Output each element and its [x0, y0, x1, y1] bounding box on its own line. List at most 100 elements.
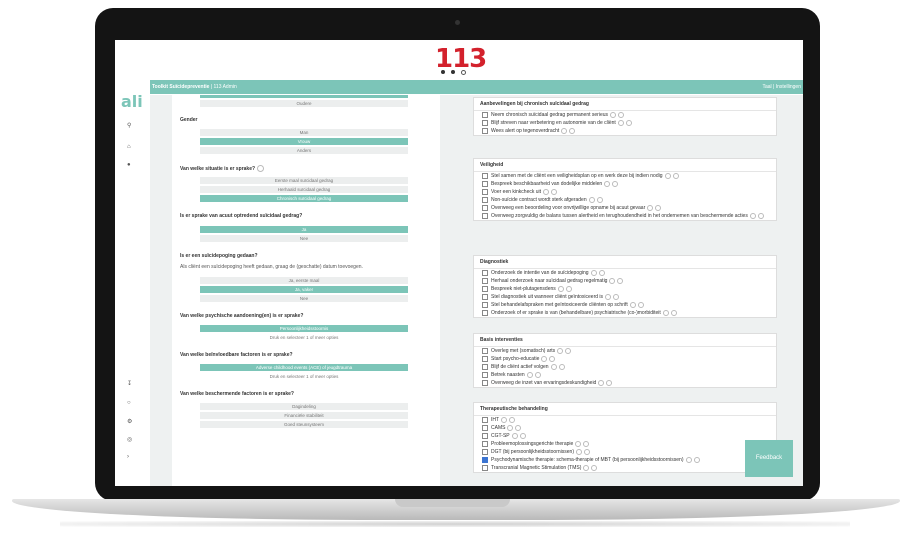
help-icon[interactable] — [672, 172, 679, 179]
help-icon[interactable] — [591, 464, 598, 471]
info-icon[interactable] — [575, 440, 582, 447]
checkbox[interactable] — [482, 456, 488, 463]
checklist-item[interactable]: Blijf de cliënt actief volgen — [474, 363, 776, 371]
checkbox[interactable] — [482, 111, 488, 118]
info-icon[interactable] — [557, 347, 564, 354]
checkbox[interactable] — [482, 285, 488, 292]
chevron-right-icon[interactable]: › — [127, 454, 129, 460]
help-icon[interactable] — [625, 119, 632, 126]
info-icon[interactable] — [598, 379, 605, 386]
help-icon[interactable] — [612, 180, 619, 187]
checklist-item[interactable]: Psychodynamische therapie: schema-therap… — [474, 456, 776, 464]
checklist-item[interactable]: Non-suïcide contract wordt sterk afgerad… — [474, 196, 776, 204]
option-age[interactable]: Oudere — [200, 100, 408, 107]
option-protective-1[interactable]: Dagindeling — [200, 403, 408, 410]
checklist-item[interactable]: Start psycho-educatie — [474, 355, 776, 363]
carousel-dot[interactable] — [451, 70, 455, 74]
checkbox[interactable] — [482, 355, 488, 362]
info-icon[interactable] — [609, 277, 616, 284]
risk-multiselect-hint[interactable]: Druk en selecteer 1 of meer opties — [200, 373, 408, 380]
option-attempt-none[interactable]: Nee — [200, 295, 408, 302]
checkbox[interactable] — [482, 293, 488, 300]
checklist-item[interactable]: DGT (bij persoonlijkheidsstoornissen) — [474, 448, 776, 456]
checklist-item[interactable]: Stel diagnostiek uit wanneer cliënt geïn… — [474, 293, 776, 301]
help-icon[interactable] — [617, 277, 624, 284]
info-icon[interactable] — [604, 180, 611, 187]
checklist-item[interactable]: Overweeg de inzet van ervaringsdeskundig… — [474, 379, 776, 387]
help-icon[interactable] — [565, 347, 572, 354]
info-icon[interactable] — [561, 127, 568, 134]
info-icon[interactable] — [647, 204, 654, 211]
info-icon[interactable] — [550, 363, 557, 370]
top-bar-right-links[interactable]: Taal | Instellingen — [762, 84, 801, 90]
checklist-item[interactable]: Wees alert op tegenoverdracht — [474, 127, 776, 135]
checklist-item[interactable]: Onderzoek de intentie van de suïcidepogi… — [474, 269, 776, 277]
option-acute-ja[interactable]: Ja — [200, 226, 408, 233]
checklist-item[interactable]: Stel behandelafspraken met geïntoxiceerd… — [474, 301, 776, 309]
checklist-item[interactable]: Transcranial Magnetic Stimulation (TMS) — [474, 464, 776, 472]
help-icon[interactable] — [637, 301, 644, 308]
help-icon[interactable] — [565, 285, 572, 292]
option-situation-repeat[interactable]: Herhaald suïcidaal gedrag — [200, 186, 408, 193]
option-psych-selected[interactable]: Persoonlijkheidsstoornis — [200, 325, 408, 332]
help-icon[interactable] — [519, 432, 526, 439]
carousel-dot[interactable] — [441, 70, 445, 74]
checkbox[interactable] — [482, 204, 488, 211]
checkbox[interactable] — [482, 127, 488, 134]
info-icon[interactable] — [588, 196, 595, 203]
checklist-item[interactable]: Probleemoplossingsgerichte therapie — [474, 440, 776, 448]
info-icon[interactable] — [541, 355, 548, 362]
checkbox[interactable] — [482, 277, 488, 284]
option-protective-3[interactable]: Goed steunsysteem — [200, 421, 408, 428]
help-icon[interactable] — [257, 165, 265, 172]
checkbox[interactable] — [482, 363, 488, 370]
checklist-item[interactable]: Betrek naasten — [474, 371, 776, 379]
info-icon[interactable] — [662, 309, 669, 316]
help-icon[interactable] — [558, 363, 565, 370]
help-icon[interactable] — [613, 293, 620, 300]
checkbox[interactable] — [482, 424, 488, 431]
psych-multiselect-hint[interactable]: Druk en selecteer 1 of meer opties — [200, 334, 408, 341]
checklist-item[interactable]: Overweeg een beoordeling voor onvrijwill… — [474, 204, 776, 212]
info-icon[interactable] — [583, 464, 590, 471]
checklist-item[interactable]: Herhaal onderzoek naar suïcidaal gedrag … — [474, 277, 776, 285]
download-icon[interactable]: ↧ — [127, 380, 132, 387]
info-icon[interactable] — [605, 293, 612, 300]
info-icon[interactable] — [617, 119, 624, 126]
checklist-item[interactable]: Stel samen met de cliënt een veiligheids… — [474, 172, 776, 180]
help-icon[interactable] — [515, 424, 522, 431]
help-icon[interactable] — [584, 448, 590, 455]
option-attempt-first[interactable]: Ja, eerste maal — [200, 277, 408, 284]
help-icon[interactable] — [551, 188, 558, 195]
checklist-item[interactable]: Bespreek beschikbaarheid van dodelijke m… — [474, 180, 776, 188]
option-situation-first[interactable]: Eerste maal suïcidaal gedrag — [200, 177, 408, 184]
info-icon[interactable] — [590, 269, 597, 276]
users-icon[interactable]: ● — [127, 162, 131, 168]
help-icon[interactable] — [598, 269, 605, 276]
checklist-item[interactable]: IHT — [474, 416, 776, 424]
checklist-item[interactable]: Blijf streven naar verbetering en autono… — [474, 119, 776, 127]
option-gender-vrouw[interactable]: Vrouw — [200, 138, 408, 145]
help-icon[interactable] — [693, 456, 700, 463]
help-icon[interactable] — [670, 309, 677, 316]
carousel-dot[interactable] — [461, 70, 466, 75]
checklist-item[interactable]: Overweeg zorgvuldig de balans tussen ale… — [474, 212, 776, 220]
search-icon[interactable]: ⚲ — [127, 122, 131, 129]
info-icon[interactable] — [557, 285, 564, 292]
checkbox[interactable] — [482, 448, 488, 455]
checkbox[interactable] — [482, 371, 488, 378]
app-logo[interactable]: ali — [121, 92, 143, 111]
checklist-item[interactable]: Overleg met (somatisch) arts — [474, 347, 776, 355]
checkbox[interactable] — [482, 464, 488, 471]
info-icon[interactable] — [664, 172, 671, 179]
checkbox[interactable] — [482, 119, 488, 126]
help-icon[interactable] — [549, 355, 556, 362]
option-acute-nee[interactable]: Nee — [200, 235, 408, 242]
info-icon[interactable]: ○ — [127, 400, 131, 406]
globe-icon[interactable]: ◎ — [127, 436, 132, 443]
help-icon[interactable] — [509, 416, 516, 423]
info-icon[interactable] — [526, 371, 533, 378]
checklist-item[interactable]: CAMS — [474, 424, 776, 432]
help-icon[interactable] — [596, 196, 603, 203]
option-gender-man[interactable]: Man — [200, 129, 408, 136]
